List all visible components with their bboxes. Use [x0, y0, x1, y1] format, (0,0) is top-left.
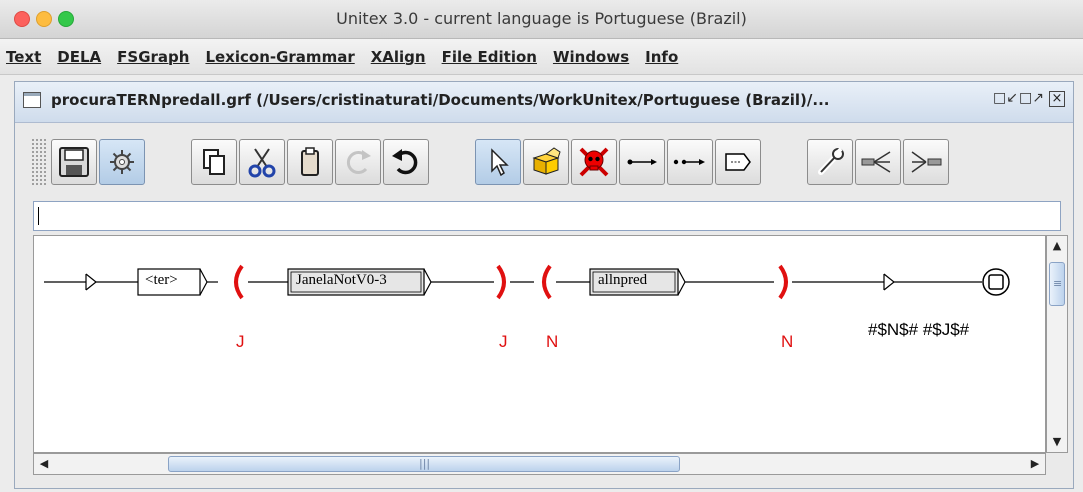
transition-icon — [627, 159, 657, 165]
toolbar-grip[interactable] — [31, 138, 47, 186]
save-button[interactable] — [51, 139, 97, 185]
output-node[interactable] — [883, 273, 895, 291]
menu-xalign[interactable]: XAlign — [371, 48, 426, 66]
close-graph-button[interactable]: × — [1049, 91, 1065, 107]
output-j-open: J — [236, 332, 245, 351]
window-titlebar: Unitex 3.0 - current language is Portugu… — [0, 0, 1083, 39]
menu-fsgraph[interactable]: FSGraph — [117, 48, 189, 66]
transition-button[interactable] — [619, 139, 665, 185]
open-subgraph-button[interactable] — [523, 139, 569, 185]
scroll-down-button[interactable]: ▼ — [1047, 432, 1067, 452]
scroll-right-button[interactable]: ▶ — [1025, 454, 1045, 474]
copy-button[interactable] — [191, 139, 237, 185]
fork-in-icon — [911, 151, 942, 173]
thumb-grip-icon: ≡ — [1053, 277, 1063, 290]
reverse-transition-icon — [673, 159, 705, 165]
undo-button[interactable] — [383, 139, 429, 185]
horizontal-scroll-thumb[interactable]: ||| — [168, 456, 680, 472]
delete-button[interactable] — [571, 139, 617, 185]
menu-windows[interactable]: Windows — [553, 48, 629, 66]
context-open-j[interactable] — [234, 264, 244, 300]
gear-icon — [110, 150, 134, 174]
ter-box-label: <ter> — [145, 272, 178, 288]
skull-icon — [579, 147, 609, 177]
configure-button[interactable] — [807, 139, 853, 185]
hthumb-grip-icon: ||| — [419, 457, 431, 470]
fork-out-icon — [861, 151, 891, 173]
import-button[interactable] — [903, 139, 949, 185]
menu-info[interactable]: Info — [645, 48, 678, 66]
box-icon — [532, 147, 561, 175]
vertical-scrollbar[interactable]: ▲ ≡ ▼ — [1046, 235, 1068, 453]
arrow-cursor-icon — [491, 148, 509, 177]
compile-button[interactable] — [99, 139, 145, 185]
text-caret — [38, 207, 39, 225]
graph-canvas[interactable]: <ter> JanelaNotV0-3 allnpred J J N N #$N… — [33, 235, 1046, 453]
wrench-icon — [818, 147, 844, 175]
final-output-label: #$N$# #$J$# — [868, 320, 970, 339]
scroll-left-button[interactable]: ◀ — [34, 454, 54, 474]
cut-button[interactable] — [239, 139, 285, 185]
graph-window-title: procuraTERNpredall.grf (/Users/cristinat… — [51, 91, 830, 109]
vertical-scroll-thumb[interactable]: ≡ — [1049, 262, 1065, 306]
window-title: Unitex 3.0 - current language is Portugu… — [336, 9, 747, 28]
menu-text[interactable]: Text — [6, 48, 41, 66]
graph-window: procuraTERNpredall.grf (/Users/cristinat… — [14, 81, 1074, 489]
allnpred-box-label: allnpred — [598, 272, 648, 288]
scissors-icon — [248, 148, 276, 178]
iconify-button[interactable]: □↙ — [993, 90, 1018, 106]
graph-drawing — [44, 264, 1010, 300]
export-button[interactable] — [855, 139, 901, 185]
close-icon: × — [1051, 91, 1063, 106]
comment-button[interactable] — [715, 139, 761, 185]
output-n-close: N — [781, 332, 794, 351]
copy-icon — [203, 149, 225, 175]
initial-state[interactable] — [44, 273, 138, 291]
reverse-transition-button[interactable] — [667, 139, 713, 185]
context-close-j[interactable] — [496, 264, 506, 300]
menu-dela[interactable]: DELA — [57, 48, 101, 66]
scroll-up-button[interactable]: ▲ — [1047, 236, 1067, 256]
output-j-close: J — [499, 332, 508, 351]
final-state[interactable] — [982, 268, 1010, 296]
redo-icon — [346, 150, 371, 174]
clipboard-icon — [301, 147, 319, 176]
comment-box-icon — [725, 153, 751, 171]
menu-file-edition[interactable]: File Edition — [442, 48, 537, 66]
select-tool-button[interactable] — [475, 139, 521, 185]
redo-button[interactable] — [335, 139, 381, 185]
context-open-n[interactable] — [542, 264, 552, 300]
box-text-input[interactable] — [33, 201, 1061, 231]
horizontal-scrollbar[interactable]: ◀ ||| ▶ — [33, 453, 1046, 475]
menu-bar: Text DELA FSGraph Lexicon-Grammar XAlign… — [0, 39, 1083, 75]
paste-button[interactable] — [287, 139, 333, 185]
output-n-open: N — [546, 332, 559, 351]
janela-box-label: JanelaNotV0-3 — [296, 272, 387, 288]
floppy-icon — [59, 147, 89, 177]
context-close-n[interactable] — [778, 264, 788, 300]
document-icon — [23, 92, 41, 108]
undo-icon — [392, 149, 418, 175]
menu-lexicon-grammar[interactable]: Lexicon-Grammar — [205, 48, 354, 66]
graph-toolbar — [21, 130, 1067, 194]
graph-window-titlebar[interactable]: procuraTERNpredall.grf (/Users/cristinat… — [15, 82, 1073, 123]
maximize-button[interactable]: □↗ — [1019, 90, 1044, 106]
